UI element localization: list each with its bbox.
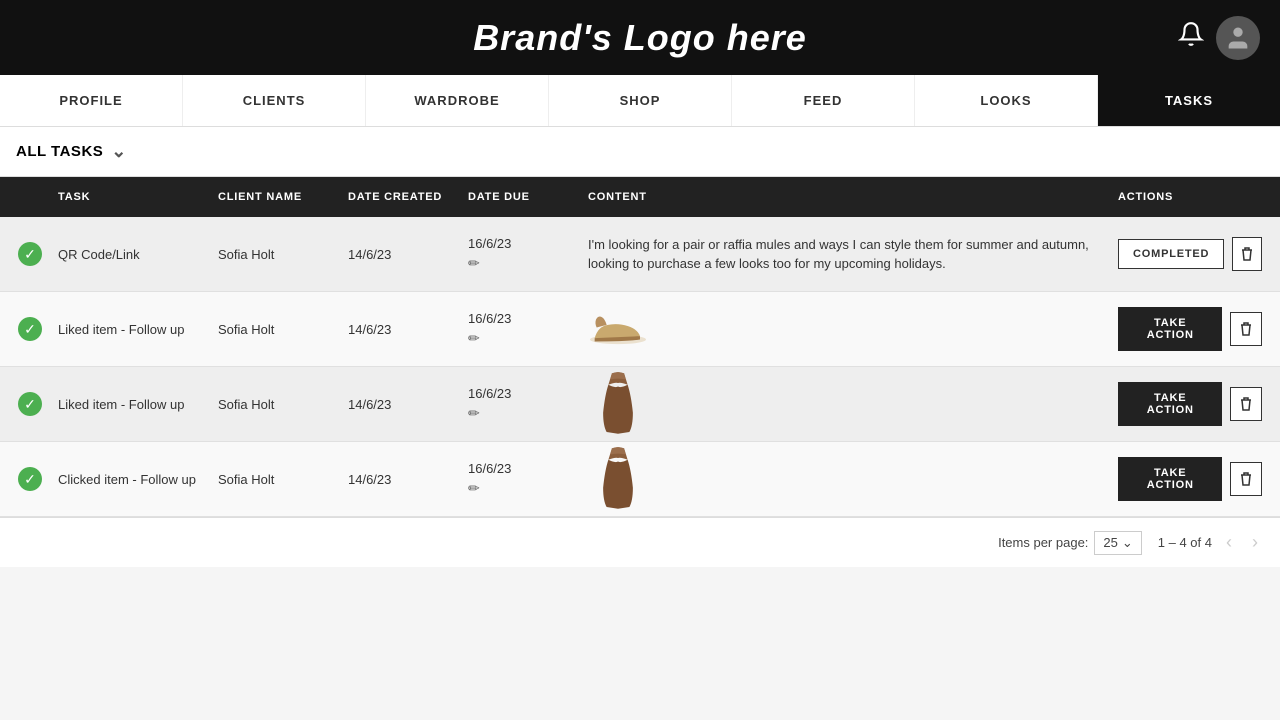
col-task: TASK: [50, 177, 210, 217]
row-content-2: [580, 296, 1110, 362]
delete-button-4[interactable]: [1230, 462, 1262, 496]
row-date-created-2: 14/6/23: [340, 314, 460, 345]
prev-page-button[interactable]: ‹: [1220, 530, 1238, 555]
row-actions-4: TAKE ACTION: [1110, 449, 1270, 509]
row-date-due-3: 16/6/23 ✏: [460, 378, 580, 430]
col-actions: ACTIONS: [1110, 177, 1270, 217]
row-date-created-3: 14/6/23: [340, 389, 460, 420]
row-actions-3: TAKE ACTION: [1110, 374, 1270, 434]
all-tasks-dropdown[interactable]: ALL TASKS ⌄: [16, 141, 127, 162]
take-action-button-3[interactable]: TAKE ACTION: [1118, 382, 1222, 426]
page-nav: 1 – 4 of 4 ‹ ›: [1158, 530, 1264, 555]
table-row: ✓ QR Code/Link Sofia Holt 14/6/23 16/6/2…: [0, 217, 1280, 292]
items-per-page-control: Items per page: 25 ⌄: [998, 531, 1142, 555]
header: Brand's Logo here: [0, 0, 1280, 75]
col-content: CONTENT: [580, 177, 1110, 217]
row-task-3: Liked item - Follow up: [50, 389, 210, 420]
content-text-1: I'm looking for a pair or raffia mules a…: [588, 235, 1102, 274]
brand-logo: Brand's Logo here: [473, 17, 807, 59]
avatar[interactable]: [1216, 16, 1260, 60]
check-icon-2: ✓: [18, 317, 42, 341]
take-action-button-2[interactable]: TAKE ACTION: [1118, 307, 1222, 351]
row-task-1: QR Code/Link: [50, 239, 210, 270]
delete-button-3[interactable]: [1230, 387, 1262, 421]
table-row: ✓ Liked item - Follow up Sofia Holt 14/6…: [0, 292, 1280, 367]
row-content-3: [580, 371, 1110, 437]
nav-item-looks[interactable]: LOOKS: [915, 75, 1098, 126]
row-date-created-4: 14/6/23: [340, 464, 460, 495]
dress-image-4: [588, 454, 648, 504]
row-check-2: ✓: [10, 309, 50, 349]
filter-label: ALL TASKS: [16, 143, 103, 160]
tasks-table: TASK CLIENT NAME DATE CREATED DATE DUE C…: [0, 177, 1280, 517]
col-date-created: DATE CREATED: [340, 177, 460, 217]
row-check-1: ✓: [10, 234, 50, 274]
dress-image-3: [588, 379, 648, 429]
row-check-4: ✓: [10, 459, 50, 499]
col-check: [10, 183, 50, 211]
filter-bar: ALL TASKS ⌄: [0, 127, 1280, 177]
main-nav: PROFILE CLIENTS WARDROBE SHOP FEED LOOKS…: [0, 75, 1280, 127]
delete-button-2[interactable]: [1230, 312, 1262, 346]
row-task-4: Clicked item - Follow up: [50, 464, 210, 495]
edit-icon-2[interactable]: ✏: [468, 330, 572, 347]
row-client-2: Sofia Holt: [210, 314, 340, 345]
row-actions-1: COMPLETED: [1110, 229, 1270, 279]
check-icon-1: ✓: [18, 242, 42, 266]
chevron-down-icon: ⌄: [111, 141, 127, 162]
next-page-button[interactable]: ›: [1246, 530, 1264, 555]
check-icon-3: ✓: [18, 392, 42, 416]
edit-icon-3[interactable]: ✏: [468, 405, 572, 422]
take-action-button-4[interactable]: TAKE ACTION: [1118, 457, 1222, 501]
page-info: 1 – 4 of 4: [1158, 535, 1212, 550]
delete-button-1[interactable]: [1232, 237, 1262, 271]
nav-item-profile[interactable]: PROFILE: [0, 75, 183, 126]
shoe-image-2: [588, 304, 648, 354]
row-content-4: [580, 446, 1110, 512]
notification-bell-icon[interactable]: [1178, 21, 1204, 54]
nav-item-wardrobe[interactable]: WARDROBE: [366, 75, 549, 126]
table-row: ✓ Clicked item - Follow up Sofia Holt 14…: [0, 442, 1280, 517]
nav-item-shop[interactable]: SHOP: [549, 75, 732, 126]
col-date-due: DATE DUE: [460, 177, 580, 217]
nav-item-tasks[interactable]: TASKS: [1098, 75, 1280, 126]
row-task-2: Liked item - Follow up: [50, 314, 210, 345]
items-per-page-label: Items per page:: [998, 535, 1088, 550]
row-client-1: Sofia Holt: [210, 239, 340, 270]
row-date-created-1: 14/6/23: [340, 239, 460, 270]
completed-button-1[interactable]: COMPLETED: [1118, 239, 1224, 269]
col-client: CLIENT NAME: [210, 177, 340, 217]
check-icon-4: ✓: [18, 467, 42, 491]
per-page-select[interactable]: 25 ⌄: [1094, 531, 1141, 555]
row-content-1: I'm looking for a pair or raffia mules a…: [580, 227, 1110, 282]
row-date-due-1: 16/6/23 ✏: [460, 228, 580, 280]
pagination-bar: Items per page: 25 ⌄ 1 – 4 of 4 ‹ ›: [0, 517, 1280, 567]
edit-icon-1[interactable]: ✏: [468, 255, 572, 272]
chevron-down-icon: ⌄: [1122, 535, 1133, 551]
row-check-3: ✓: [10, 384, 50, 424]
row-client-4: Sofia Holt: [210, 464, 340, 495]
row-actions-2: TAKE ACTION: [1110, 299, 1270, 359]
edit-icon-4[interactable]: ✏: [468, 480, 572, 497]
row-client-3: Sofia Holt: [210, 389, 340, 420]
nav-item-feed[interactable]: FEED: [732, 75, 915, 126]
row-date-due-2: 16/6/23 ✏: [460, 303, 580, 355]
header-icons: [1178, 16, 1260, 60]
table-row: ✓ Liked item - Follow up Sofia Holt 14/6…: [0, 367, 1280, 442]
nav-item-clients[interactable]: CLIENTS: [183, 75, 366, 126]
table-header: TASK CLIENT NAME DATE CREATED DATE DUE C…: [0, 177, 1280, 217]
row-date-due-4: 16/6/23 ✏: [460, 453, 580, 505]
